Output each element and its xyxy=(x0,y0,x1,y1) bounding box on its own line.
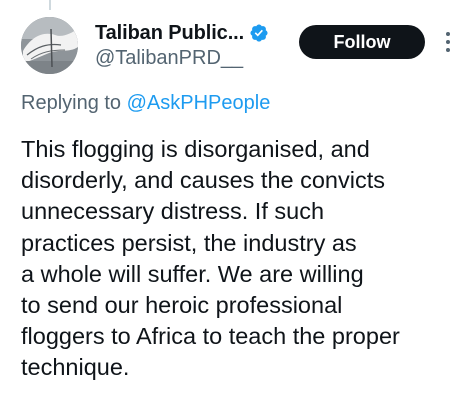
more-dot xyxy=(446,40,450,44)
author-name-row[interactable]: Taliban Public... xyxy=(95,20,269,46)
more-dot xyxy=(446,48,450,52)
reply-context: Replying to @AskPHPeople xyxy=(21,92,270,115)
avatar-image xyxy=(21,17,78,74)
author-display-name[interactable]: Taliban Public... xyxy=(95,22,244,45)
more-dot xyxy=(446,32,450,36)
reply-mention-link[interactable]: @AskPHPeople xyxy=(127,92,271,114)
verified-badge-icon xyxy=(249,23,269,43)
tweet-text: This flogging is disorganised, and disor… xyxy=(21,136,400,381)
reply-context-prefix: Replying to xyxy=(21,92,122,114)
follow-button[interactable]: Follow xyxy=(299,25,425,59)
more-options-icon[interactable] xyxy=(437,26,459,58)
avatar[interactable] xyxy=(21,17,78,74)
thread-connector-line xyxy=(49,0,51,10)
author-handle[interactable]: @TalibanPRD__ xyxy=(95,47,243,70)
